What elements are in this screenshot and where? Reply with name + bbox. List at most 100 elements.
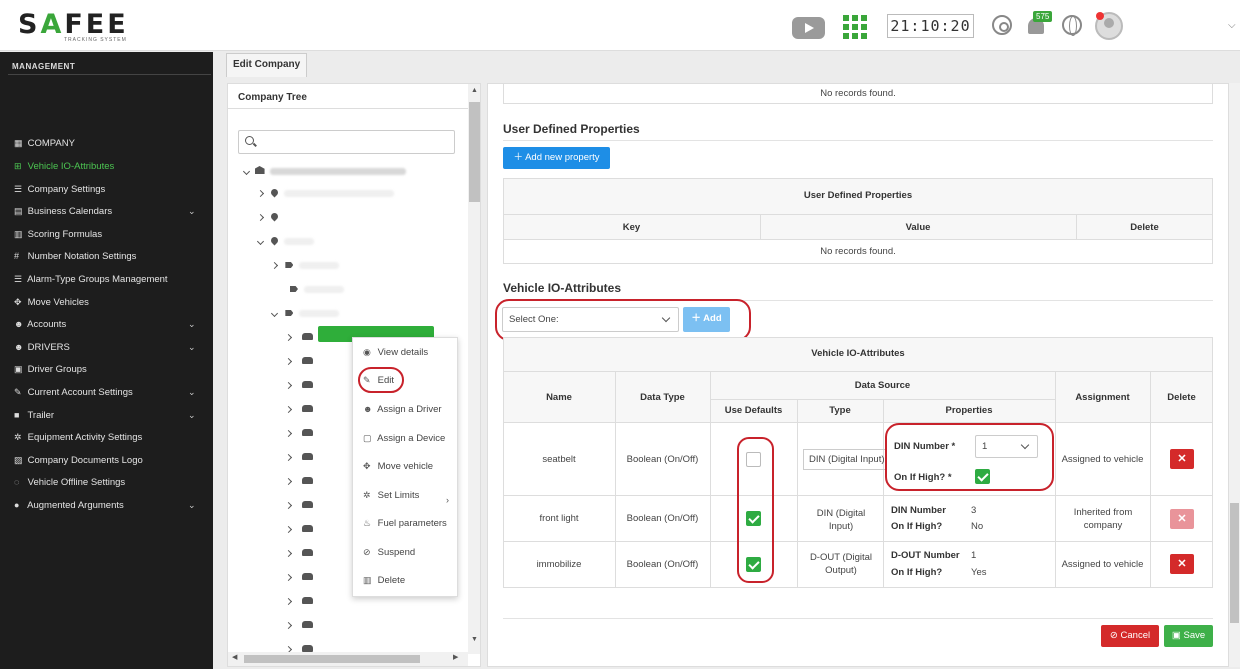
chevron-down-icon[interactable] [242,167,251,176]
delete-row-button[interactable]: ✕ [1170,449,1194,469]
sidebar-item-company[interactable]: ▦ COMPANY [14,138,75,149]
chevron-down-icon[interactable]: ⌄ [188,319,196,330]
sidebar-item-vehicle-io-attributes[interactable]: ⊞ Vehicle IO-Attributes [14,161,114,172]
add-new-property-button[interactable]: ＋ Add new property [503,147,610,169]
tree-search-input[interactable] [238,130,455,154]
chevron-right-icon[interactable] [284,453,293,462]
chevron-right-icon[interactable] [284,429,293,438]
sidebar-item-accounts[interactable]: ☻ Accounts [14,319,66,330]
sidebar-item-move-vehicles[interactable]: ✥ Move Vehicles [14,297,89,308]
tree-node-root[interactable] [242,166,407,177]
chevron-right-icon[interactable] [284,333,293,342]
context-menu-set-limits[interactable]: ✲ Set Limits [363,490,419,501]
tree-node[interactable] [290,284,344,295]
chevron-down-icon[interactable]: ⌄ [188,500,196,511]
main-vertical-scrollbar[interactable] [1229,83,1240,667]
sidebar-item-company-documents-logo[interactable]: ▨ Company Documents Logo [14,455,143,466]
tree-vehicle-node[interactable] [284,404,314,415]
use-defaults-checkbox[interactable] [746,511,761,526]
tree-vehicle-node[interactable] [284,356,314,367]
chevron-down-icon[interactable]: ⌄ [188,206,196,217]
globe-icon[interactable] [1062,15,1082,36]
tree-vehicle-node[interactable] [284,380,314,391]
sidebar-item-equipment-activity-settings[interactable]: ✲ Equipment Activity Settings [14,432,142,443]
delete-row-button[interactable]: ✕ [1170,509,1194,529]
chevron-right-icon[interactable] [284,573,293,582]
sidebar-item-alarm-type-groups-management[interactable]: ☰ Alarm-Type Groups Management [14,274,168,285]
tree-horizontal-scrollbar[interactable]: ◀ ▶ [228,652,468,666]
tree-vehicle-node[interactable] [284,332,314,343]
chevron-right-icon[interactable] [284,621,293,630]
scroll-right-arrow-icon[interactable]: ▶ [453,653,458,661]
context-menu-delete[interactable]: ▥ Delete [363,575,405,586]
tree-vehicle-node[interactable] [284,524,314,535]
sidebar-item-driver-groups[interactable]: ▣ Driver Groups [14,364,87,375]
sidebar-item-scoring-formulas[interactable]: ▥ Scoring Formulas [14,229,102,240]
sidebar-item-drivers[interactable]: ☻ DRIVERS [14,342,70,353]
chevron-right-icon[interactable] [284,381,293,390]
tree-vehicle-node[interactable] [284,572,314,583]
tree-node[interactable] [256,211,280,223]
radar-icon[interactable] [992,15,1012,35]
on-if-high-checkbox[interactable] [975,469,990,484]
context-menu-move-vehicle[interactable]: ✥ Move vehicle [363,461,433,472]
chevron-right-icon[interactable] [284,477,293,486]
apps-grid-icon[interactable] [843,15,867,39]
tree-vehicle-node[interactable] [284,500,314,511]
chevron-right-icon[interactable] [284,357,293,366]
chevron-down-icon[interactable]: ⌄ [188,410,196,421]
chevron-right-icon[interactable] [256,213,265,222]
chevron-down-icon[interactable]: ⌄ [188,387,196,398]
safee-logo[interactable]: SAFEE TRACKING SYSTEM [18,11,129,43]
context-menu-assign-a-device[interactable]: ▢ Assign a Device [363,433,445,444]
tree-vehicle-node[interactable] [284,476,314,487]
io-attribute-select[interactable]: Select One: [502,307,679,332]
use-defaults-checkbox[interactable] [746,557,761,572]
sidebar-item-trailer[interactable]: ■ Trailer [14,410,54,421]
tree-vehicle-node[interactable] [284,620,314,631]
youtube-icon[interactable] [792,17,825,39]
tree-vertical-scrollbar[interactable]: ▲ ▼ [468,84,480,654]
chevron-right-icon[interactable] [284,405,293,414]
tree-node[interactable] [256,187,394,199]
chevron-down-icon[interactable] [256,237,265,246]
din-number-select[interactable]: 1 [975,435,1038,458]
chevron-down-icon[interactable]: ⌵ [1228,20,1236,31]
scroll-down-arrow-icon[interactable]: ▼ [471,636,478,643]
save-button[interactable]: ▣ Save [1164,625,1213,647]
context-menu-assign-a-driver[interactable]: ☻ Assign a Driver [363,404,442,415]
tree-vehicle-node[interactable] [284,428,314,439]
tree-node[interactable] [256,235,314,247]
sidebar-item-augmented-arguments[interactable]: ● Augmented Arguments [14,500,124,511]
sidebar-item-current-account-settings[interactable]: ✎ Current Account Settings [14,387,133,398]
use-defaults-checkbox[interactable] [746,452,761,467]
sidebar-item-business-calendars[interactable]: ▤ Business Calendars [14,206,112,217]
tree-node[interactable] [270,260,339,271]
sidebar-item-number-notation-settings[interactable]: # Number Notation Settings [14,251,136,262]
sidebar-item-vehicle-offline-settings[interactable]: ◌ Vehicle Offline Settings [14,477,125,488]
scroll-left-arrow-icon[interactable]: ◀ [232,653,237,661]
chevron-right-icon[interactable] [284,501,293,510]
chevron-right-icon[interactable] [270,261,279,270]
scroll-up-arrow-icon[interactable]: ▲ [471,87,478,94]
sidebar-item-company-settings[interactable]: ☰ Company Settings [14,184,105,195]
chevron-right-icon[interactable] [284,549,293,558]
tree-vehicle-node[interactable] [284,452,314,463]
cancel-button[interactable]: ⊘ Cancel [1101,625,1159,647]
context-menu-fuel-parameters[interactable]: ♨ Fuel parameters [363,518,447,529]
tree-node[interactable] [270,308,339,319]
context-menu-edit[interactable]: ✎ Edit [363,375,394,386]
chevron-down-icon[interactable] [270,309,279,318]
context-menu-suspend[interactable]: ⊘ Suspend [363,547,415,558]
chevron-right-icon[interactable] [256,189,265,198]
tab-edit-company[interactable]: Edit Company [226,53,308,77]
tree-vehicle-node[interactable] [284,596,314,607]
tree-vehicle-node[interactable] [284,548,314,559]
chevron-down-icon[interactable]: ⌄ [188,342,196,353]
add-io-attribute-button[interactable]: ＋ Add [683,307,730,332]
delete-row-button[interactable]: ✕ [1170,554,1194,574]
chevron-right-icon[interactable] [284,597,293,606]
type-input[interactable]: DIN (Digital Input) [803,449,885,470]
chevron-right-icon[interactable] [284,525,293,534]
context-menu-view-details[interactable]: ◉ View details [363,347,428,358]
